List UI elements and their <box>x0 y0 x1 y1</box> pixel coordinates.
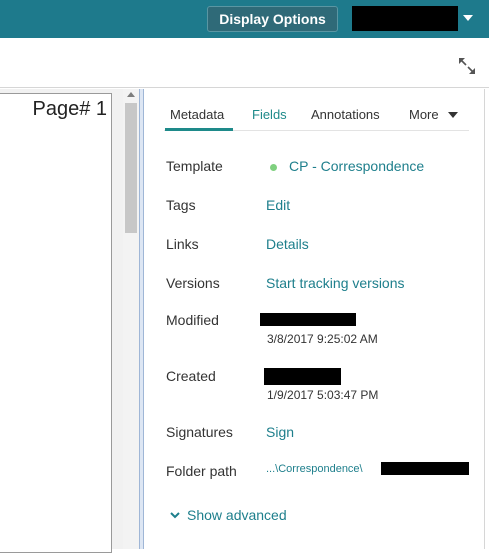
tab-more[interactable]: More <box>409 107 439 122</box>
scroll-up-icon[interactable] <box>127 92 135 97</box>
caret-down-icon[interactable] <box>463 15 473 21</box>
folder-path-label: Folder path <box>166 463 237 479</box>
secondary-toolbar <box>0 38 489 88</box>
tags-edit-link[interactable]: Edit <box>266 197 290 213</box>
folder-name-redacted <box>381 462 469 475</box>
tab-annotations[interactable]: Annotations <box>311 107 380 122</box>
chevron-down-icon <box>170 512 180 519</box>
created-by-redacted <box>264 368 341 385</box>
show-advanced-toggle[interactable]: Show advanced <box>170 507 287 523</box>
modified-label: Modified <box>166 312 219 328</box>
modified-date: 3/8/2017 9:25:02 AM <box>267 332 378 346</box>
versions-label: Versions <box>166 275 220 291</box>
template-label: Template <box>166 158 223 174</box>
active-tab-indicator <box>165 128 233 131</box>
modified-by-redacted <box>260 313 356 326</box>
page-number-label: Page# 1 <box>32 98 107 120</box>
tab-metadata[interactable]: Metadata <box>170 107 224 122</box>
display-options-button[interactable]: Display Options <box>207 6 338 32</box>
folder-path-link[interactable]: ...\Correspondence\ <box>266 463 363 475</box>
links-details-link[interactable]: Details <box>266 236 309 252</box>
tab-fields[interactable]: Fields <box>252 107 287 122</box>
sign-link[interactable]: Sign <box>266 424 294 440</box>
show-advanced-label: Show advanced <box>187 507 287 523</box>
signatures-label: Signatures <box>166 424 233 440</box>
user-name-redacted[interactable] <box>352 6 458 31</box>
tags-label: Tags <box>166 197 196 213</box>
template-link[interactable]: CP - Correspondence <box>289 158 424 174</box>
created-label: Created <box>166 368 216 384</box>
caret-down-icon[interactable] <box>448 112 458 118</box>
document-page: Page# 1 <box>0 93 112 553</box>
status-dot-icon <box>270 164 277 171</box>
document-viewer: Page# 1 <box>0 89 139 553</box>
scrollbar-thumb[interactable] <box>125 103 137 233</box>
links-label: Links <box>166 236 199 252</box>
panel-border <box>484 89 485 549</box>
start-tracking-versions-link[interactable]: Start tracking versions <box>266 275 405 291</box>
created-date: 1/9/2017 5:03:47 PM <box>267 388 379 402</box>
expand-arrows-icon[interactable] <box>457 56 477 76</box>
